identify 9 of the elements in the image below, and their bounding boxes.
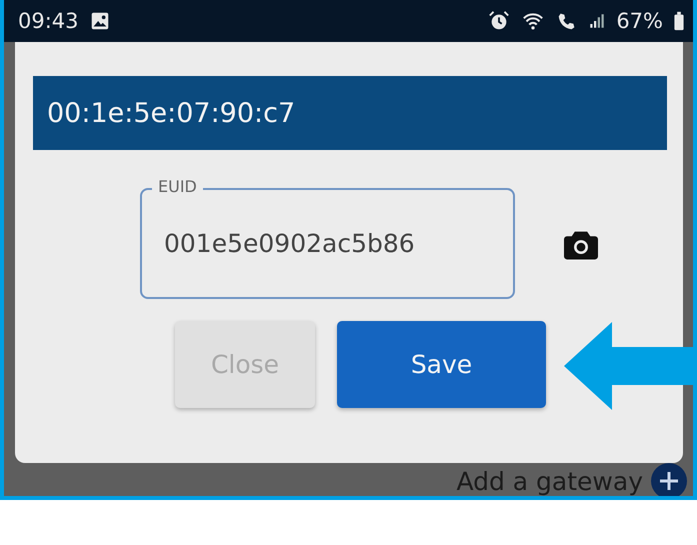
battery-percent: 67% xyxy=(616,9,663,33)
dialog-title: 00:1e:5e:07:90:c7 xyxy=(33,76,667,150)
add-icon[interactable] xyxy=(651,463,687,496)
field-value: 001e5e0902ac5b86 xyxy=(164,229,415,258)
save-button[interactable]: Save xyxy=(337,321,546,408)
add-gateway-label: Add a gateway xyxy=(456,466,643,496)
status-time: 09:43 xyxy=(18,9,79,33)
battery-icon xyxy=(673,10,685,32)
alarm-icon xyxy=(488,10,510,32)
